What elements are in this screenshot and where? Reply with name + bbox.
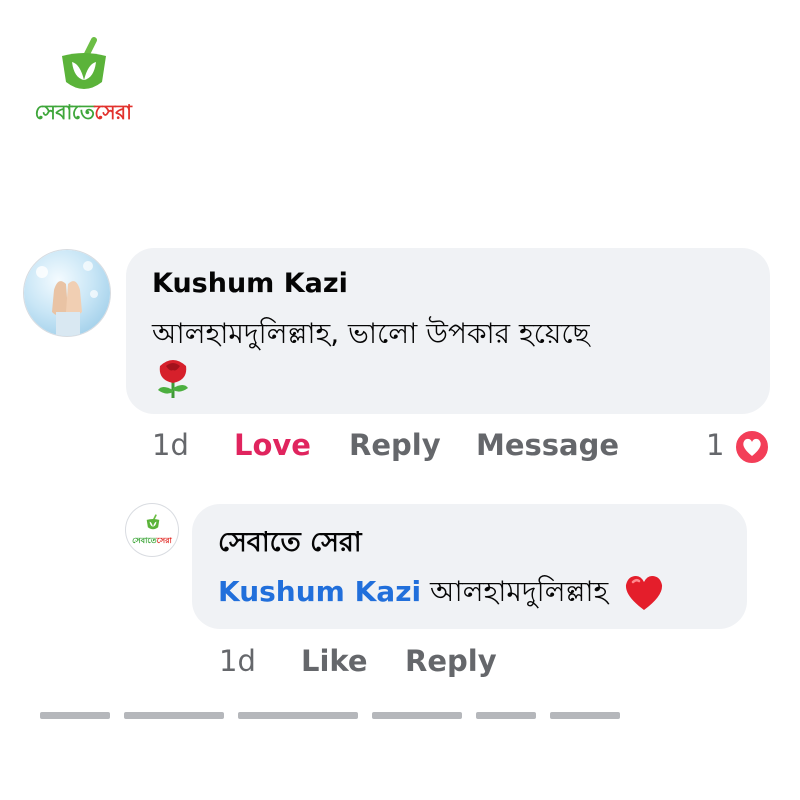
love-button[interactable]: Love: [234, 428, 311, 462]
reply-reply-button[interactable]: Reply: [405, 644, 497, 678]
commenter-avatar[interactable]: [24, 250, 110, 336]
comment-text: আলহামদুলিল্লাহ, ভালো উপকার হয়েছে: [152, 317, 590, 350]
mortar-leaf-icon: [146, 514, 160, 530]
reply-time[interactable]: 1d: [219, 644, 256, 678]
comment-author[interactable]: Kushum Kazi: [152, 268, 348, 299]
praying-hands-icon: [36, 261, 98, 336]
message-button[interactable]: Message: [476, 428, 619, 462]
reply-button[interactable]: Reply: [349, 428, 441, 462]
reply-author[interactable]: সেবাতে সেরা: [218, 522, 362, 567]
page-avatar[interactable]: সেবাতেসেরা: [126, 504, 178, 556]
brand-name: সেবাতেসেরা: [34, 100, 132, 124]
comment-bubble: Kushum Kazi আলহামদুলিল্লাহ, ভালো উপকার হ…: [126, 248, 770, 414]
red-heart-icon: [626, 576, 663, 610]
mortar-leaf-icon: [62, 37, 106, 89]
cut-off-row: [40, 712, 620, 720]
rose-icon: [158, 360, 188, 398]
reply-text: আলহামদুলিল্লাহ: [430, 575, 609, 608]
brand-logo: সেবাতেসেরা: [28, 36, 138, 128]
mention-link[interactable]: Kushum Kazi: [218, 575, 421, 608]
heart-reaction-icon[interactable]: [734, 429, 770, 465]
reply-bubble: সেবাতে সেরা Kushum Kazi আলহামদুলিল্লাহ: [192, 504, 747, 629]
comment-time[interactable]: 1d: [152, 428, 189, 462]
reaction-count[interactable]: 1: [706, 428, 724, 462]
like-button[interactable]: Like: [301, 644, 368, 678]
page-avatar-text: সেবাতেসেরা: [132, 536, 172, 545]
reply-text-line: Kushum Kazi আলহামদুলিল্লাহ: [218, 570, 665, 617]
